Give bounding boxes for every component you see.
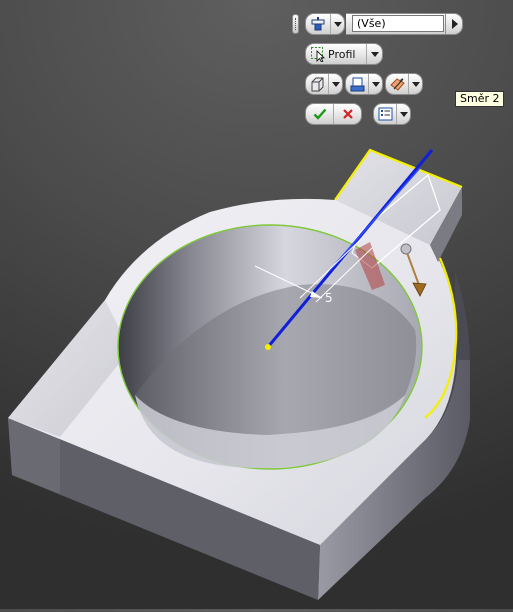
dimension-value[interactable]: 5 — [325, 291, 333, 305]
model-view[interactable] — [0, 0, 513, 609]
output-type-icon — [346, 74, 368, 94]
checkmark-icon — [313, 108, 326, 120]
toolbar-grip-handle[interactable] — [292, 14, 299, 34]
direction-button[interactable] — [385, 73, 423, 95]
profile-select-icon — [306, 44, 326, 64]
profile-button[interactable]: Profil — [305, 43, 383, 65]
cancel-x-icon — [342, 109, 353, 119]
solid-output-button[interactable] — [305, 73, 343, 95]
selection-filter-icon — [306, 14, 330, 34]
chevron-down-icon[interactable] — [328, 74, 342, 94]
direction-manipulator-ball[interactable] — [400, 243, 412, 255]
solid-box-icon — [306, 74, 328, 94]
chevron-down-icon[interactable] — [368, 74, 382, 94]
chevron-down-icon[interactable] — [408, 74, 422, 94]
graphics-viewport[interactable]: 5 — [0, 0, 513, 609]
chevron-down-icon[interactable] — [330, 14, 344, 34]
options-button[interactable] — [373, 103, 411, 125]
chevron-down-icon[interactable] — [366, 44, 382, 64]
output-type-button[interactable] — [345, 73, 383, 95]
chevron-down-icon[interactable] — [396, 104, 410, 124]
ok-cancel-group — [305, 103, 362, 125]
selection-filter-field[interactable]: (Vše) — [352, 15, 444, 32]
axis-origin-point[interactable] — [265, 344, 271, 350]
tooltip: Směr 2 — [455, 91, 505, 107]
cancel-button[interactable] — [334, 104, 361, 124]
filter-apply-button[interactable] — [445, 13, 463, 35]
profile-label: Profil — [328, 47, 356, 61]
options-list-icon — [374, 104, 396, 124]
ok-button[interactable] — [306, 104, 334, 124]
direction-icon — [386, 74, 408, 94]
selection-filter-button[interactable] — [305, 13, 345, 35]
